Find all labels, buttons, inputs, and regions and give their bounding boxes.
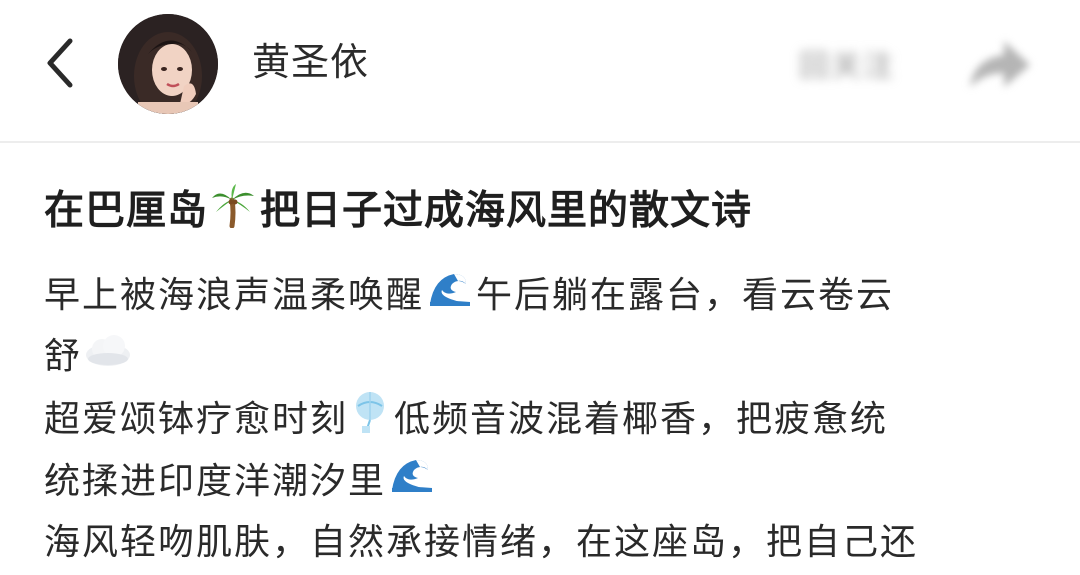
share-button[interactable] [952,24,1048,104]
post-line-text: 统揉进印度洋潮汐里 [44,461,387,502]
avatar-portrait-icon [118,14,218,114]
post-line: 超爱颂钵疗愈时刻 低频音波混着椰香，把疲惫统 [44,388,1054,450]
post-line-text: 早上被海浪声温柔唤醒 [44,275,425,316]
follow-button-label: 回关注 [799,49,895,84]
follow-button[interactable]: 回关注 [762,30,932,96]
back-button[interactable] [30,30,90,96]
post-header: 黄圣依 回关注 [0,0,1080,141]
chevron-left-icon [47,38,73,88]
wave-icon [388,450,434,516]
cloud-icon [84,327,132,389]
post-title-text: 在巴厘岛 [44,187,208,234]
post-line-text: 海风轻吻肌肤，自然承接情绪，在这座岛，把自己还 [44,522,919,563]
post-body: 早上被海浪声温柔唤醒 午后躺在露台，看云卷云 舒 超爱颂钵疗愈时刻 低频音波混着… [44,264,1054,574]
post-line-text: 舒 [44,336,83,377]
wind-chime-icon [350,388,390,454]
header-divider [0,141,1080,143]
palm-tree-icon [210,182,256,243]
wave-icon [426,264,472,330]
post-title-rest: 把日子过成海风里的散文诗 [260,187,752,234]
share-icon [970,41,1030,87]
post-title: 在巴厘岛 把日子过成海风里的散文诗 [44,182,1054,243]
username[interactable]: 黄圣依 [252,38,369,86]
post-line: 舒 [44,326,1054,388]
avatar[interactable] [118,14,218,114]
post-line-text-after: 低频音波混着椰香，把疲惫统 [394,399,889,440]
post-line: 早上被海浪声温柔唤醒 午后躺在露台，看云卷云 [44,264,1054,326]
post-line-text: 超爱颂钵疗愈时刻 [44,399,349,440]
post-line: 统揉进印度洋潮汐里 [44,450,1054,512]
post-line-text-after: 午后躺在露台，看云卷云 [476,275,895,316]
post-line: 海风轻吻肌肤，自然承接情绪，在这座岛，把自己还 [44,512,1054,574]
post-detail-page: 黄圣依 回关注 在巴厘岛 把日子过成海风里的散文诗 早上被海浪声温柔唤醒 午后躺… [0,0,1080,575]
